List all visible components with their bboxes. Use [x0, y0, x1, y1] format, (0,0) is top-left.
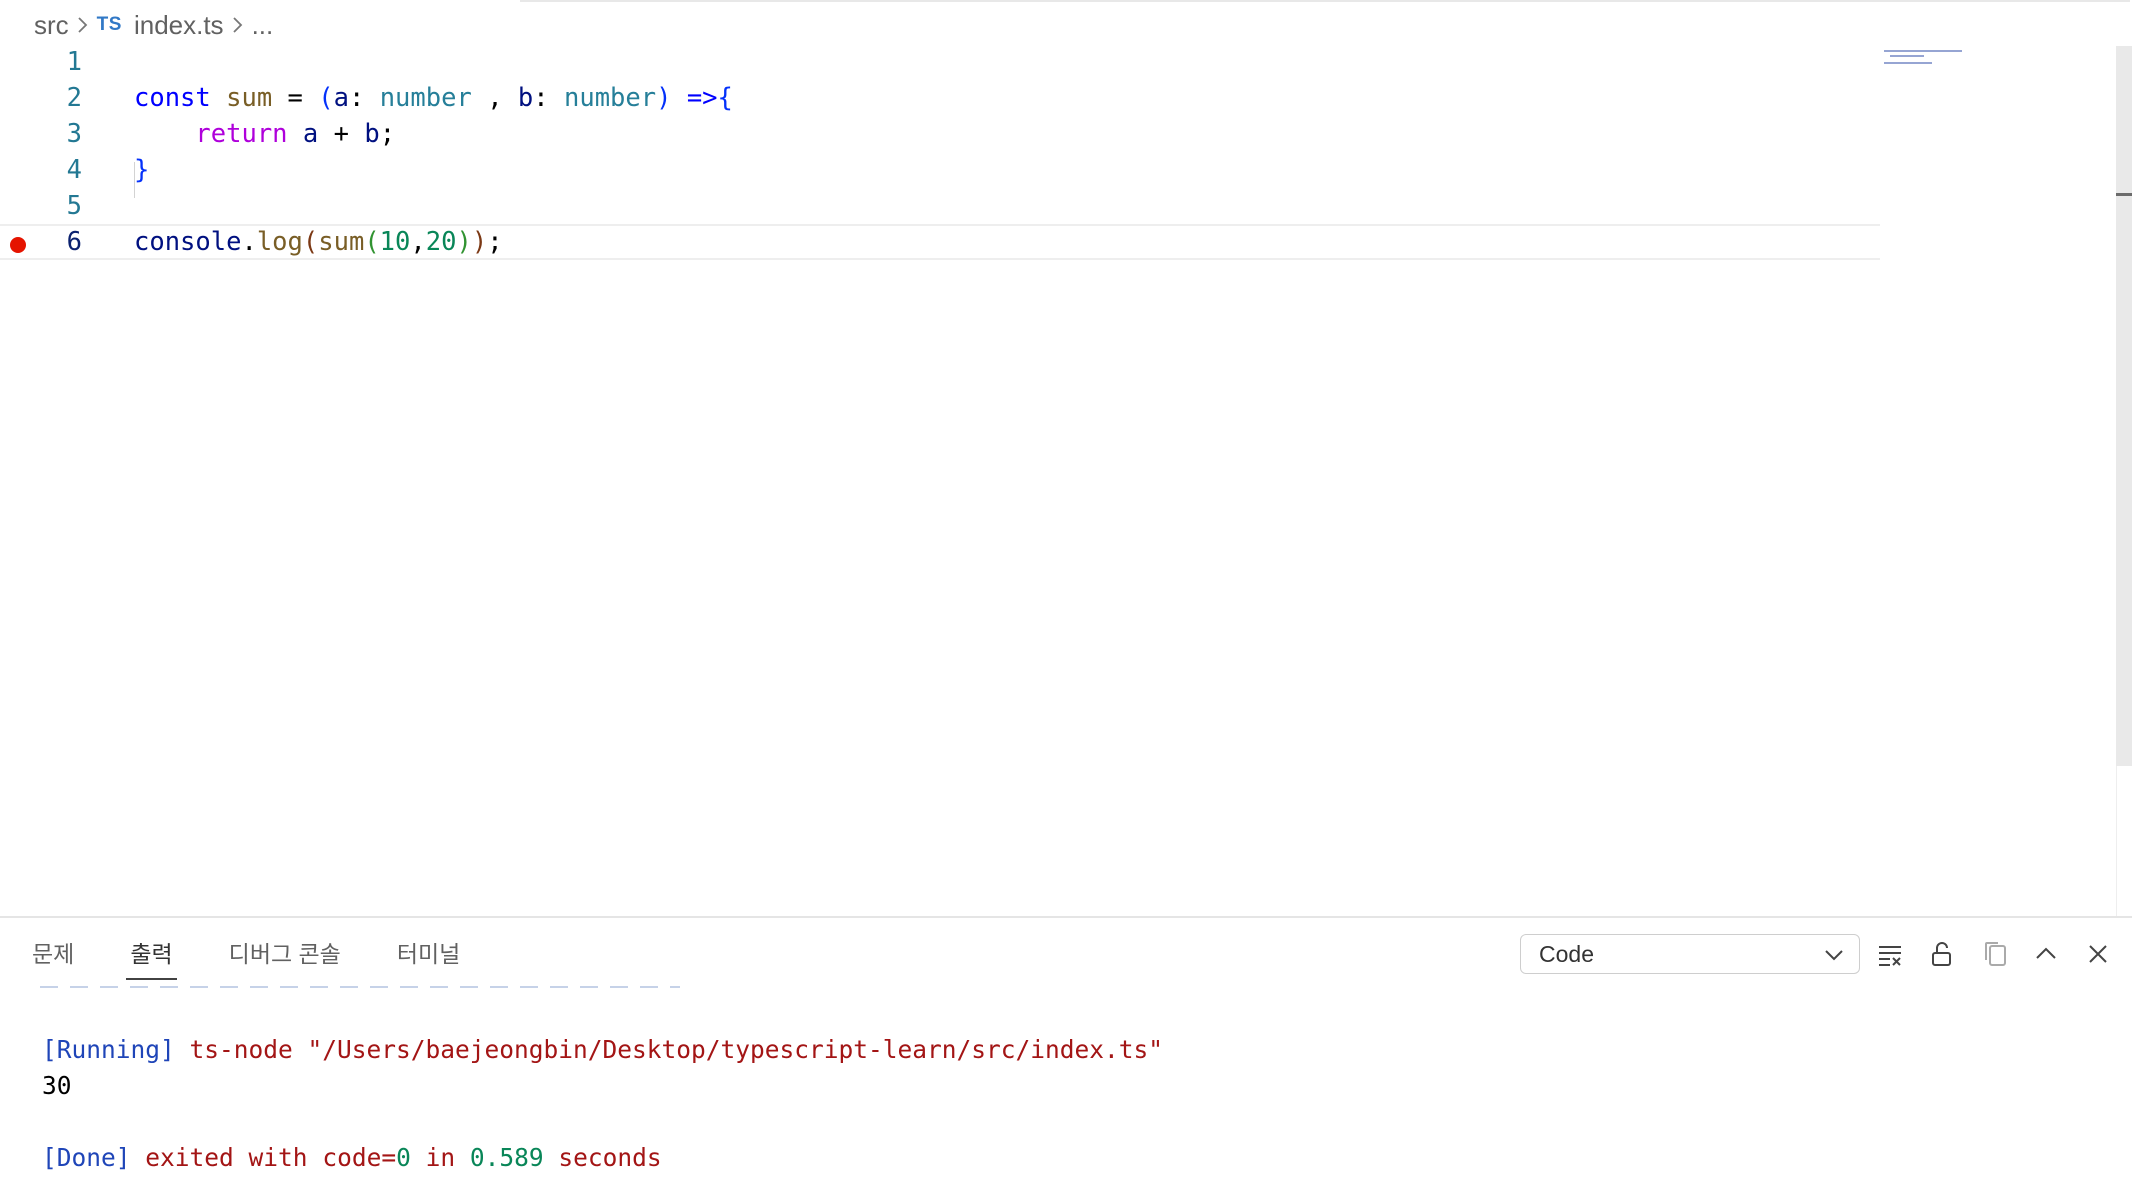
- scrolled-output-line: [40, 980, 680, 990]
- scrollbar-track: [2116, 766, 2132, 916]
- code-text: console.log(sum(10,20));: [134, 227, 503, 257]
- panel-tabs: 문제 출력 디버그 콘솔 터미널: [28, 936, 512, 980]
- code-line[interactable]: 3 return a + b;: [0, 116, 1880, 152]
- breadcrumb-folder[interactable]: src: [34, 10, 69, 41]
- output-running-line: [Running] ts-node "/Users/baejeongbin/De…: [42, 1035, 1164, 1064]
- line-number: 3: [66, 119, 82, 149]
- tab-debug-console[interactable]: 디버그 콘솔: [225, 936, 345, 980]
- tab-terminal[interactable]: 터미널: [393, 936, 464, 980]
- copy-icon[interactable]: [1977, 936, 2013, 972]
- tab-problems[interactable]: 문제: [28, 936, 78, 980]
- editor-scrollbar[interactable]: [2116, 46, 2132, 766]
- editor-top-border: [520, 0, 2130, 2]
- typescript-file-icon: TS: [96, 14, 122, 35]
- chevron-right-icon: [224, 15, 252, 35]
- output-result-line: 30: [42, 1071, 72, 1100]
- code-text: return a + b;: [195, 119, 396, 149]
- breakpoint-icon[interactable]: [10, 237, 26, 253]
- line-number: 6: [66, 227, 82, 257]
- scrollbar-cursor-marker: [2116, 193, 2132, 196]
- chevron-right-icon: [69, 15, 97, 35]
- line-number: 1: [66, 47, 82, 77]
- tab-output[interactable]: 출력: [126, 936, 177, 980]
- line-number: 4: [66, 155, 82, 185]
- maximize-icon[interactable]: [2028, 936, 2064, 972]
- close-icon[interactable]: [2080, 936, 2116, 972]
- code-line[interactable]: 5: [0, 188, 1880, 224]
- breadcrumb-more[interactable]: ...: [252, 10, 274, 41]
- breadcrumb: src TS index.ts ...: [34, 8, 273, 42]
- code-editor[interactable]: 1 2 const sum = (a: number , b: number) …: [0, 44, 2116, 916]
- code-line-current[interactable]: 6 console.log(sum(10,20));: [0, 224, 1880, 260]
- line-number: 2: [66, 83, 82, 113]
- code-line[interactable]: 1: [0, 44, 1880, 80]
- code-text: const sum = (a: number , b: number) =>{: [134, 83, 733, 113]
- code-text: }: [134, 155, 150, 185]
- code-line[interactable]: 2 const sum = (a: number , b: number) =>…: [0, 80, 1880, 116]
- code-line[interactable]: 4 }: [0, 152, 1880, 188]
- lock-icon[interactable]: [1924, 936, 1960, 972]
- breadcrumb-file[interactable]: index.ts: [134, 10, 224, 41]
- output-channel-select[interactable]: Code: [1520, 934, 1860, 974]
- chevron-down-icon: [1825, 950, 1843, 961]
- line-number: 5: [66, 191, 82, 221]
- output-channel-value: Code: [1539, 940, 1594, 967]
- clear-output-icon[interactable]: [1872, 936, 1908, 972]
- output-done-line: [Done] exited with code=0 in 0.589 secon…: [42, 1143, 662, 1172]
- panel-divider[interactable]: [0, 916, 2132, 918]
- minimap[interactable]: [1884, 50, 1964, 74]
